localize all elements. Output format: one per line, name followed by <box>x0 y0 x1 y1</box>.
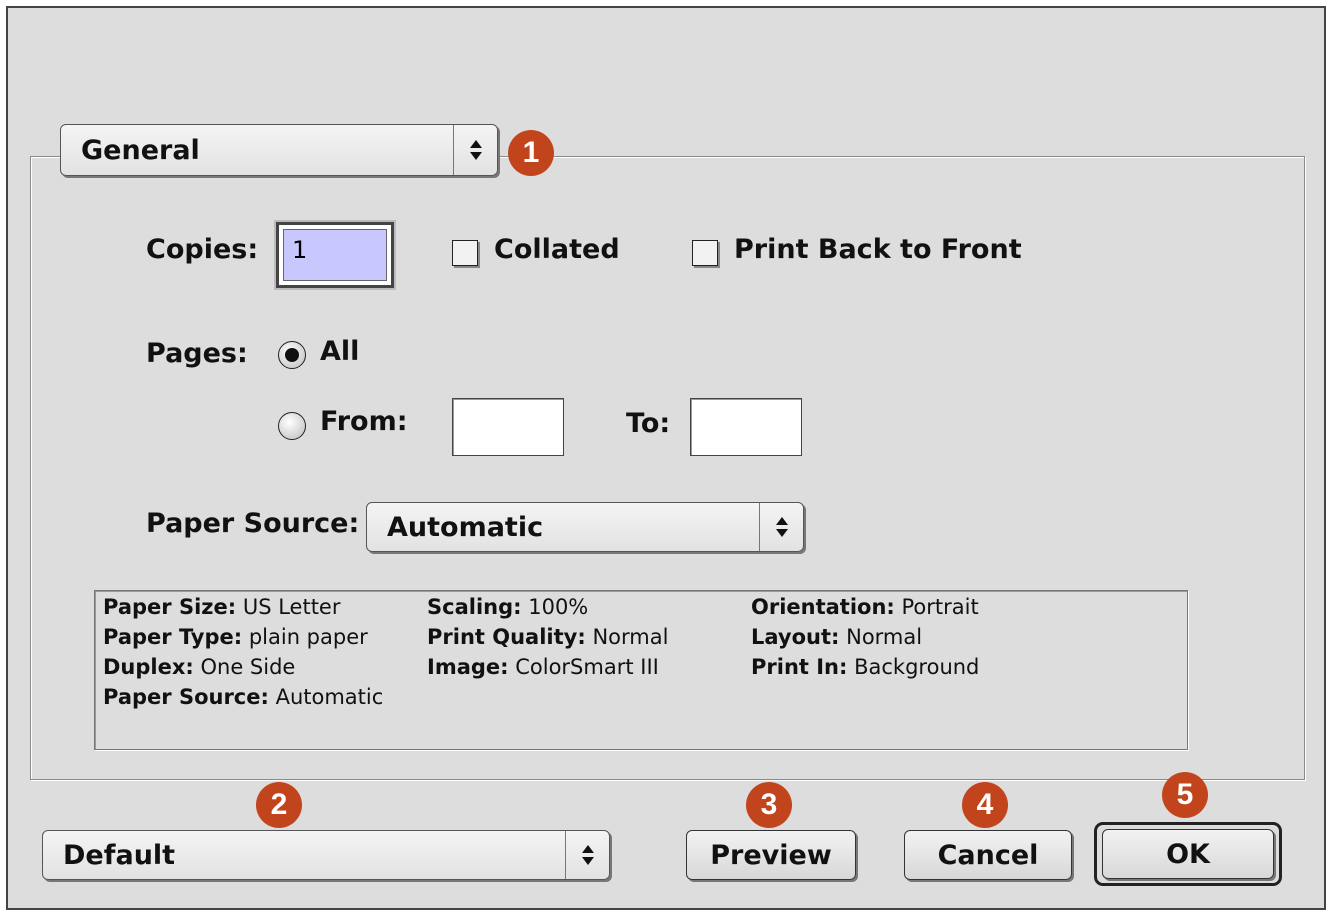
panel-popup-value: General <box>81 134 200 166</box>
back-to-front-checkbox[interactable] <box>692 240 718 266</box>
summary-print-in: Print In: Background <box>751 655 980 679</box>
summary-orientation: Orientation: Portrait <box>751 595 979 619</box>
pages-from-field[interactable] <box>452 398 564 456</box>
summary-duplex: Duplex: One Side <box>103 655 296 679</box>
pages-from-label: From: <box>320 406 408 437</box>
updown-arrows-icon <box>453 125 497 175</box>
pages-to-field[interactable] <box>690 398 802 456</box>
pages-to-label: To: <box>626 408 671 439</box>
pages-label: Pages: <box>146 338 248 369</box>
callout-badge-3: 3 <box>746 782 792 828</box>
callout-badge-5: 5 <box>1162 772 1208 818</box>
summary-paper-size: Paper Size: US Letter <box>103 595 341 619</box>
cancel-button[interactable]: Cancel <box>904 830 1072 880</box>
panel-popup[interactable]: General <box>60 124 498 176</box>
summary-paper-source: Paper Source: Automatic <box>103 685 384 709</box>
summary-image: Image: ColorSmart III <box>427 655 659 679</box>
pages-all-radio[interactable] <box>278 341 306 369</box>
paper-source-popup[interactable]: Automatic <box>366 502 804 552</box>
settings-summary-box: Paper Size: US Letter Paper Type: plain … <box>94 590 1188 750</box>
summary-layout: Layout: Normal <box>751 625 923 649</box>
callout-badge-4: 4 <box>962 782 1008 828</box>
settings-preset-value: Default <box>63 839 176 871</box>
callout-badge-2: 2 <box>256 782 302 828</box>
copies-value: 1 <box>283 229 387 281</box>
collated-label: Collated <box>494 234 620 265</box>
summary-scaling: Scaling: 100% <box>427 595 589 619</box>
settings-preset-popup[interactable]: Default <box>42 830 610 880</box>
ok-button[interactable]: OK <box>1102 829 1274 879</box>
paper-source-label: Paper Source: <box>146 508 360 539</box>
preview-button[interactable]: Preview <box>686 830 856 880</box>
pages-from-radio[interactable] <box>278 412 306 440</box>
callout-badge-1: 1 <box>508 130 554 176</box>
copies-field[interactable]: 1 <box>276 222 394 288</box>
collated-checkbox[interactable] <box>452 240 478 266</box>
summary-print-quality: Print Quality: Normal <box>427 625 669 649</box>
copies-label: Copies: <box>146 234 259 265</box>
updown-arrows-icon <box>759 503 803 551</box>
pages-all-label: All <box>320 336 360 367</box>
paper-source-value: Automatic <box>387 511 544 543</box>
back-to-front-label: Print Back to Front <box>734 234 1022 265</box>
summary-paper-type: Paper Type: plain paper <box>103 625 368 649</box>
updown-arrows-icon <box>565 831 609 879</box>
